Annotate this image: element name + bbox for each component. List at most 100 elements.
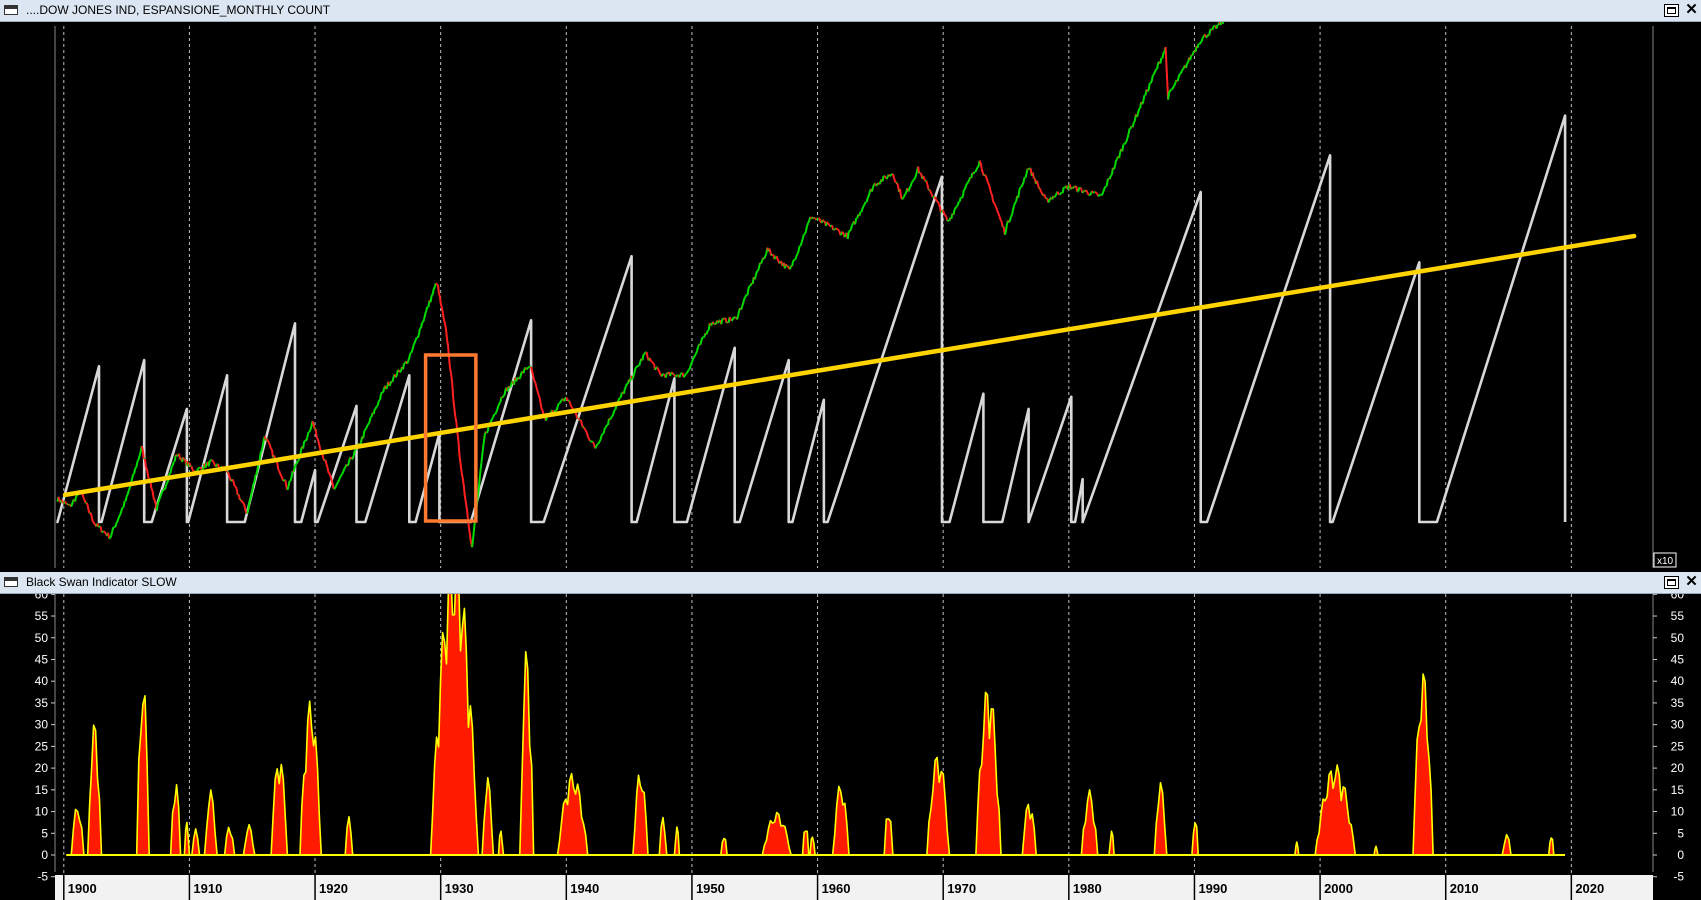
price-bar: [471, 538, 475, 548]
price-bar: [1094, 191, 1097, 194]
left-axis-tick-label: 5: [41, 826, 48, 840]
price-bar: [227, 471, 231, 477]
price-bar: [74, 496, 78, 502]
price-bar: [424, 310, 428, 315]
price-bar: [394, 375, 398, 378]
indicator-spike: [883, 818, 894, 856]
window-system-icon[interactable]: [4, 577, 18, 587]
x-axis-tick-label: 1960: [822, 881, 851, 896]
indicator-window-titlebar[interactable]: Black Swan Indicator SLOW ✕: [0, 572, 1701, 594]
price-bar: [654, 366, 658, 371]
price-bar: [956, 204, 959, 208]
price-bar: [289, 476, 293, 482]
price-bar: [933, 196, 937, 200]
price-bar: [741, 302, 745, 307]
price-bar: [363, 428, 367, 432]
price-bar: [899, 188, 902, 197]
price-bar: [376, 404, 379, 408]
price-bar: [292, 467, 296, 472]
window-system-icon[interactable]: [4, 5, 18, 15]
price-bar: [382, 387, 386, 393]
price-bar: [584, 428, 587, 432]
price-bar: [839, 233, 843, 236]
price-bar: [137, 455, 141, 460]
price-bar: [82, 496, 86, 501]
price-bar: [494, 411, 498, 415]
price-bar: [896, 182, 899, 186]
price-bar: [791, 261, 795, 267]
price-bar: [83, 499, 87, 503]
price-bar: [1118, 152, 1122, 159]
price-bar: [1085, 190, 1089, 194]
price-bar: [329, 476, 333, 482]
price-bar: [804, 225, 808, 232]
price-bar: [70, 503, 74, 507]
price-bar: [530, 366, 533, 371]
price-bar: [671, 371, 674, 375]
price-bar: [1169, 88, 1172, 92]
price-bar: [460, 472, 464, 479]
price-bar: [1092, 191, 1095, 194]
price-bar: [537, 394, 541, 398]
x-axis-tick-label: 1920: [319, 881, 348, 896]
x-axis-tick-label: 1930: [445, 881, 474, 896]
price-bar: [414, 337, 418, 341]
price-bar: [295, 460, 299, 464]
price-bar: [836, 228, 840, 231]
price-bar: [330, 480, 334, 486]
price-bar: [747, 285, 751, 289]
price-bar: [587, 436, 590, 440]
price-bar: [1124, 141, 1128, 144]
price-bar: [1013, 202, 1017, 206]
price-bar: [978, 160, 982, 164]
price-bar: [482, 435, 486, 445]
price-bar: [860, 208, 864, 213]
price-bar: [730, 318, 734, 322]
price-bar: [645, 351, 649, 358]
price-bar: [399, 370, 402, 374]
price-bar: [153, 499, 157, 505]
price-bar: [979, 162, 983, 169]
price-bar: [1058, 192, 1062, 196]
price-bar: [267, 440, 270, 444]
price-bar: [211, 460, 215, 464]
price-bar: [448, 358, 452, 369]
price-bar: [926, 184, 930, 190]
price-bar: [412, 342, 416, 346]
price-bar: [826, 221, 829, 224]
price-bar: [756, 269, 759, 273]
price-window-titlebar[interactable]: ....DOW JONES IND, ESPANSIONE_MONTHLY CO…: [0, 0, 1701, 22]
close-button[interactable]: ✕: [1684, 574, 1699, 589]
price-bar: [792, 259, 795, 262]
close-button[interactable]: ✕: [1684, 2, 1699, 17]
price-bar: [965, 182, 969, 187]
price-bar: [309, 425, 313, 431]
left-axis-tick-label: -5: [37, 870, 48, 884]
price-bar: [604, 424, 608, 428]
price-bar: [673, 373, 677, 378]
price-bar: [108, 536, 111, 540]
price-bar: [417, 328, 421, 336]
price-bar: [975, 167, 979, 171]
price-bar: [663, 373, 666, 376]
price-bar: [241, 500, 244, 504]
left-axis-tick-label: 60: [35, 594, 49, 601]
price-bar: [1182, 67, 1185, 70]
price-bar: [1199, 40, 1203, 44]
price-bar: [1137, 108, 1141, 114]
price-bar: [316, 437, 319, 440]
price-bar: [85, 502, 89, 506]
price-bar: [1086, 193, 1090, 196]
price-bar: [866, 195, 870, 199]
price-bar: [305, 437, 309, 441]
price-bar: [598, 439, 602, 442]
price-bar: [689, 361, 693, 366]
left-axis-tick-label: 45: [35, 652, 49, 666]
maximize-button[interactable]: [1664, 576, 1679, 589]
price-bar: [795, 253, 799, 257]
price-bar: [1043, 194, 1047, 198]
maximize-button[interactable]: [1664, 4, 1679, 17]
price-bar: [800, 238, 804, 243]
price-bar: [454, 416, 458, 423]
right-axis-tick-label: 45: [1671, 652, 1685, 666]
